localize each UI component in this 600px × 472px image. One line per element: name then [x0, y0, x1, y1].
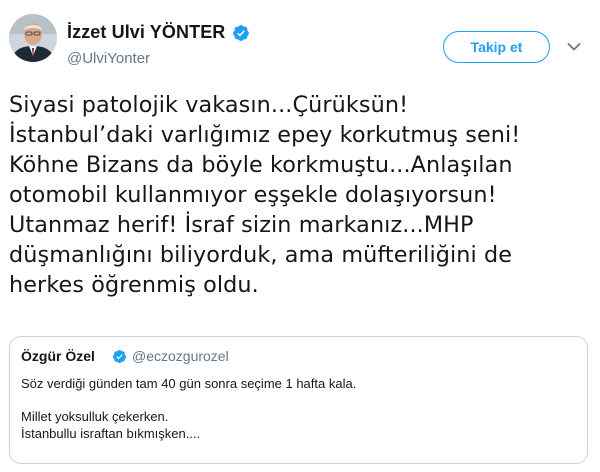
tweet-text-line: Utanmaz herif! İsraf sizin markanız...MH… — [9, 212, 474, 238]
chevron-down-icon[interactable] — [567, 42, 581, 52]
verified-badge-icon — [112, 349, 127, 364]
tweet-text-line: düşmanlığını biliyorduk, ama müfteriliği… — [9, 242, 513, 268]
author-handle[interactable]: @UlviYonter — [67, 50, 150, 67]
tweet-text: Siyasi patolojik vakasın...Çürüksün! İst… — [9, 90, 589, 300]
tweet-text-line: herkes öğrenmiş oldu. — [9, 272, 259, 298]
quoted-author-handle: @eczozgurozel — [132, 348, 229, 364]
tweet-card: İzzet Ulvi YÖNTER @UlviYonter Takip et S… — [0, 0, 600, 472]
verified-badge-icon — [233, 25, 249, 41]
tweet-text-line: Köhne Bizans da böyle korkmuştu...Anlaşı… — [9, 152, 513, 178]
quoted-tweet[interactable]: Özgür Özel @eczozgurozel Söz verdiği gün… — [9, 336, 588, 464]
quoted-tweet-text: Söz verdiği günden tam 40 gün sonra seçi… — [21, 375, 356, 442]
avatar[interactable] — [9, 14, 57, 62]
quoted-author-name: Özgür Özel — [21, 348, 95, 364]
quoted-text-line: Söz verdiği günden tam 40 gün sonra seçi… — [21, 376, 357, 391]
tweet-text-line: otomobil kullanmıyor eşşekle dolaşıyorsu… — [9, 182, 497, 208]
follow-button[interactable]: Takip et — [443, 31, 550, 63]
quoted-text-line: İstanbullu israftan bıkmışken.... — [21, 426, 201, 441]
author-name[interactable]: İzzet Ulvi YÖNTER — [67, 22, 225, 43]
quoted-text-line: Millet yoksulluk çekerken. — [21, 409, 169, 424]
tweet-text-line: Siyasi patolojik vakasın...Çürüksün! — [9, 92, 409, 118]
tweet-text-line: İstanbul’daki varlığımız epey korkutmuş … — [9, 122, 521, 148]
